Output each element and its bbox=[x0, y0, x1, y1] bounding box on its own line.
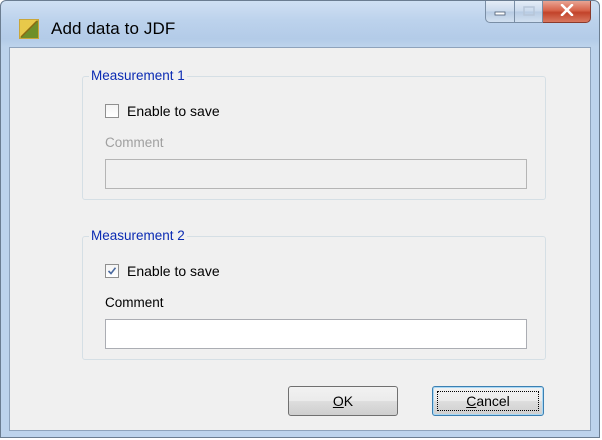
window-title: Add data to JDF bbox=[51, 19, 176, 38]
minimize-icon bbox=[494, 3, 506, 21]
ok-button[interactable]: OK bbox=[288, 386, 398, 416]
title-bar[interactable]: Add data to JDF bbox=[1, 1, 599, 45]
ok-accel: O bbox=[332, 393, 344, 409]
close-icon bbox=[560, 3, 574, 21]
dialog-client-area: Measurement 1 Enable to save Comment Mea… bbox=[9, 47, 591, 431]
cancel-button[interactable]: Cancel bbox=[432, 386, 544, 416]
maximize-button[interactable] bbox=[515, 1, 543, 23]
measurement2-enable-checkbox[interactable] bbox=[105, 264, 119, 278]
measurement1-group: Measurement 1 Enable to save Comment bbox=[82, 68, 546, 200]
close-button[interactable] bbox=[543, 1, 591, 23]
measurement2-comment-label: Comment bbox=[105, 295, 164, 310]
measurement2-legend: Measurement 2 bbox=[89, 228, 187, 243]
measurement1-legend: Measurement 1 bbox=[89, 68, 187, 83]
focus-indicator bbox=[437, 391, 539, 411]
measurement2-comment-field[interactable] bbox=[105, 319, 527, 349]
measurement1-comment-label: Comment bbox=[105, 135, 164, 150]
jdf-app-icon bbox=[19, 19, 39, 39]
measurement2-enable-label: Enable to save bbox=[127, 263, 220, 279]
checkmark-icon bbox=[107, 267, 117, 275]
ok-rest: K bbox=[343, 393, 354, 409]
caption-buttons bbox=[485, 1, 591, 23]
measurement1-comment-field[interactable] bbox=[105, 159, 527, 189]
dialog-window: Add data to JDF Measurement 1 Enable to … bbox=[0, 0, 600, 438]
maximize-icon bbox=[522, 3, 535, 21]
measurement1-enable-row[interactable]: Enable to save bbox=[105, 103, 220, 119]
measurement2-enable-row[interactable]: Enable to save bbox=[105, 263, 220, 279]
measurement1-enable-checkbox[interactable] bbox=[105, 104, 119, 118]
measurement1-enable-label: Enable to save bbox=[127, 103, 220, 119]
minimize-button[interactable] bbox=[485, 1, 515, 23]
measurement2-group: Measurement 2 Enable to save Comment bbox=[82, 228, 546, 360]
